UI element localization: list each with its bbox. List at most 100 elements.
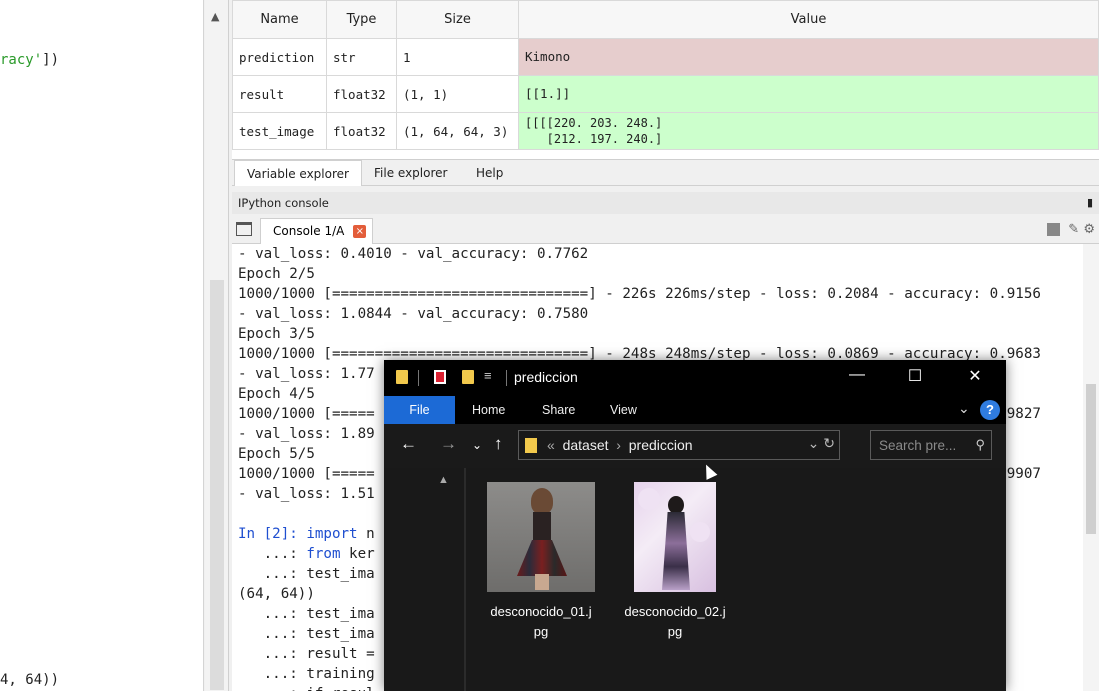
var-type: float32 <box>326 112 397 150</box>
breadcrumb-item[interactable]: dataset <box>563 437 609 453</box>
pin-icon[interactable]: ▮ <box>1087 192 1093 214</box>
image-thumbnail <box>634 482 716 592</box>
window-title-bar[interactable]: ≡ prediccion — ☐ ✕ <box>384 360 1006 396</box>
var-type: float32 <box>326 75 397 113</box>
tab-console[interactable]: Console 1/A × <box>260 218 374 244</box>
ribbon-tab-view[interactable]: View <box>610 396 637 424</box>
overflow-icon[interactable]: « <box>547 437 555 453</box>
pane-title-text: IPython console <box>238 196 329 210</box>
file-name-line: desconocido_01.j <box>490 604 592 619</box>
divider <box>506 370 507 386</box>
var-value: [[[[220. 203. 248.] [212. 197. 240.] <box>518 112 1099 150</box>
thumbnail-detail <box>668 496 684 514</box>
file-name-line: pg <box>533 624 549 639</box>
console-tab-bar: Console 1/A × ✎ ⚙ <box>232 216 1099 244</box>
properties-icon[interactable] <box>434 370 446 384</box>
var-name: test_image <box>232 112 327 150</box>
tab-variable-explorer[interactable]: Variable explorer <box>234 160 362 186</box>
console-line: Epoch 2/5 <box>238 266 315 282</box>
ribbon-tab-home[interactable]: Home <box>472 396 505 424</box>
stop-icon[interactable] <box>1047 223 1061 236</box>
browse-tabs-icon[interactable] <box>236 222 252 236</box>
console-line: 1000/1000 [=============================… <box>238 286 1041 302</box>
ribbon-tab-bar: File Home Share View ⌄ ? <box>384 396 1006 424</box>
code-line: racy']) <box>0 52 59 68</box>
expand-ribbon-icon[interactable]: ⌄ <box>958 400 970 417</box>
console-line: Epoch 3/5 <box>238 326 315 342</box>
console-tab-label: Console 1/A <box>273 224 345 238</box>
image-thumbnail <box>487 482 595 592</box>
file-view[interactable]: ▲ desconocido_01.jpg desconocido_02.jpg <box>384 468 1006 691</box>
navigation-pane[interactable]: ▲ <box>384 468 464 691</box>
var-value: Kimono <box>518 38 1099 76</box>
console-scrollbar[interactable] <box>1083 244 1099 691</box>
maximize-icon[interactable]: ☐ <box>900 366 930 386</box>
address-dropdown-icon[interactable]: ⌄ ↻ <box>808 435 835 452</box>
variable-explorer: Name Type Size Value prediction str 1 Ki… <box>232 0 1099 160</box>
eraser-icon[interactable]: ✎ <box>1068 222 1079 237</box>
code-string: racy' <box>0 52 43 68</box>
navigation-bar: ← → ⌄ ↑ « dataset › prediccion ⌄ ↻ Searc… <box>384 424 1006 468</box>
column-header-name[interactable]: Name <box>232 0 327 39</box>
window-title: prediccion <box>514 369 578 385</box>
divider <box>418 370 419 386</box>
recent-locations-icon[interactable]: ⌄ <box>472 438 482 452</box>
address-bar[interactable]: « dataset › prediccion ⌄ ↻ <box>518 430 840 460</box>
file-item[interactable]: desconocido_02.jpg <box>610 482 740 642</box>
var-value: [[1.]] <box>518 75 1099 113</box>
code-line: 4, 64)) <box>0 672 60 688</box>
file-item[interactable]: desconocido_01.jpg <box>476 482 606 642</box>
table-header-row: Name Type Size Value <box>232 0 1099 39</box>
scrollbar-thumb[interactable] <box>1086 384 1096 534</box>
var-name: result <box>232 75 327 113</box>
scroll-up-icon[interactable]: ▲ <box>211 10 219 23</box>
search-box[interactable]: Search pre... ⚲ <box>870 430 992 460</box>
thumbnail-detail <box>690 522 710 542</box>
minimize-icon[interactable]: — <box>842 366 872 384</box>
var-type: str <box>326 38 397 76</box>
help-icon[interactable]: ? <box>980 400 1000 420</box>
search-input[interactable]: Search pre... <box>879 438 956 453</box>
code-editor[interactable]: racy']) 4, 64)) <box>0 0 204 691</box>
thumbnail-detail <box>517 540 567 576</box>
ribbon-tab-share[interactable]: Share <box>542 396 575 424</box>
var-size: 1 <box>396 38 519 76</box>
var-size: (1, 64, 64, 3) <box>396 112 519 150</box>
console-line: - val_loss: 1.0844 - val_accuracy: 0.758… <box>238 306 589 322</box>
tab-file-explorer[interactable]: File explorer <box>362 160 459 186</box>
close-icon[interactable]: × <box>353 225 367 238</box>
editor-scrollbar[interactable]: ▲ <box>205 0 229 691</box>
tab-help[interactable]: Help <box>464 160 515 186</box>
input-prompt: In [2]: <box>238 526 298 542</box>
var-name: prediction <box>232 38 327 76</box>
table-row[interactable]: test_image float32 (1, 64, 64, 3) [[[[22… <box>232 112 1099 150</box>
column-header-size[interactable]: Size <box>396 0 519 39</box>
breadcrumb-item[interactable]: prediccion <box>629 437 693 453</box>
up-arrow-icon[interactable]: ↑ <box>494 434 503 454</box>
quick-access-dropdown-icon[interactable]: ≡ <box>484 368 492 383</box>
search-icon: ⚲ <box>975 437 985 452</box>
gear-icon[interactable]: ⚙ <box>1083 222 1095 237</box>
chevron-right-icon: › <box>616 437 621 453</box>
column-header-type[interactable]: Type <box>326 0 397 39</box>
forward-arrow-icon[interactable]: → <box>440 434 457 454</box>
file-name-line: pg <box>667 624 683 639</box>
back-arrow-icon[interactable]: ← <box>400 434 417 454</box>
thumbnail-detail <box>662 512 690 590</box>
folder-icon <box>396 370 408 384</box>
close-icon[interactable]: ✕ <box>960 366 990 386</box>
table-row[interactable]: result float32 (1, 1) [[1.]] <box>232 75 1099 113</box>
thumbnail-detail <box>535 574 549 590</box>
file-name: desconocido_02.jpg <box>610 602 740 642</box>
scrollbar-thumb[interactable] <box>210 280 224 690</box>
scroll-up-icon[interactable]: ▲ <box>438 474 449 486</box>
thumbnail-detail <box>531 488 553 514</box>
table-row[interactable]: prediction str 1 Kimono <box>232 38 1099 76</box>
pane-tab-bar: Variable explorer File explorer Help <box>232 160 1099 186</box>
code-text: ]) <box>42 52 60 68</box>
column-header-value[interactable]: Value <box>518 0 1099 39</box>
file-name-line: desconocido_02.j <box>624 604 726 619</box>
new-folder-icon[interactable] <box>462 370 474 384</box>
ribbon-tab-file[interactable]: File <box>384 396 455 424</box>
file-explorer-window[interactable]: ≡ prediccion — ☐ ✕ File Home Share View … <box>384 360 1006 691</box>
